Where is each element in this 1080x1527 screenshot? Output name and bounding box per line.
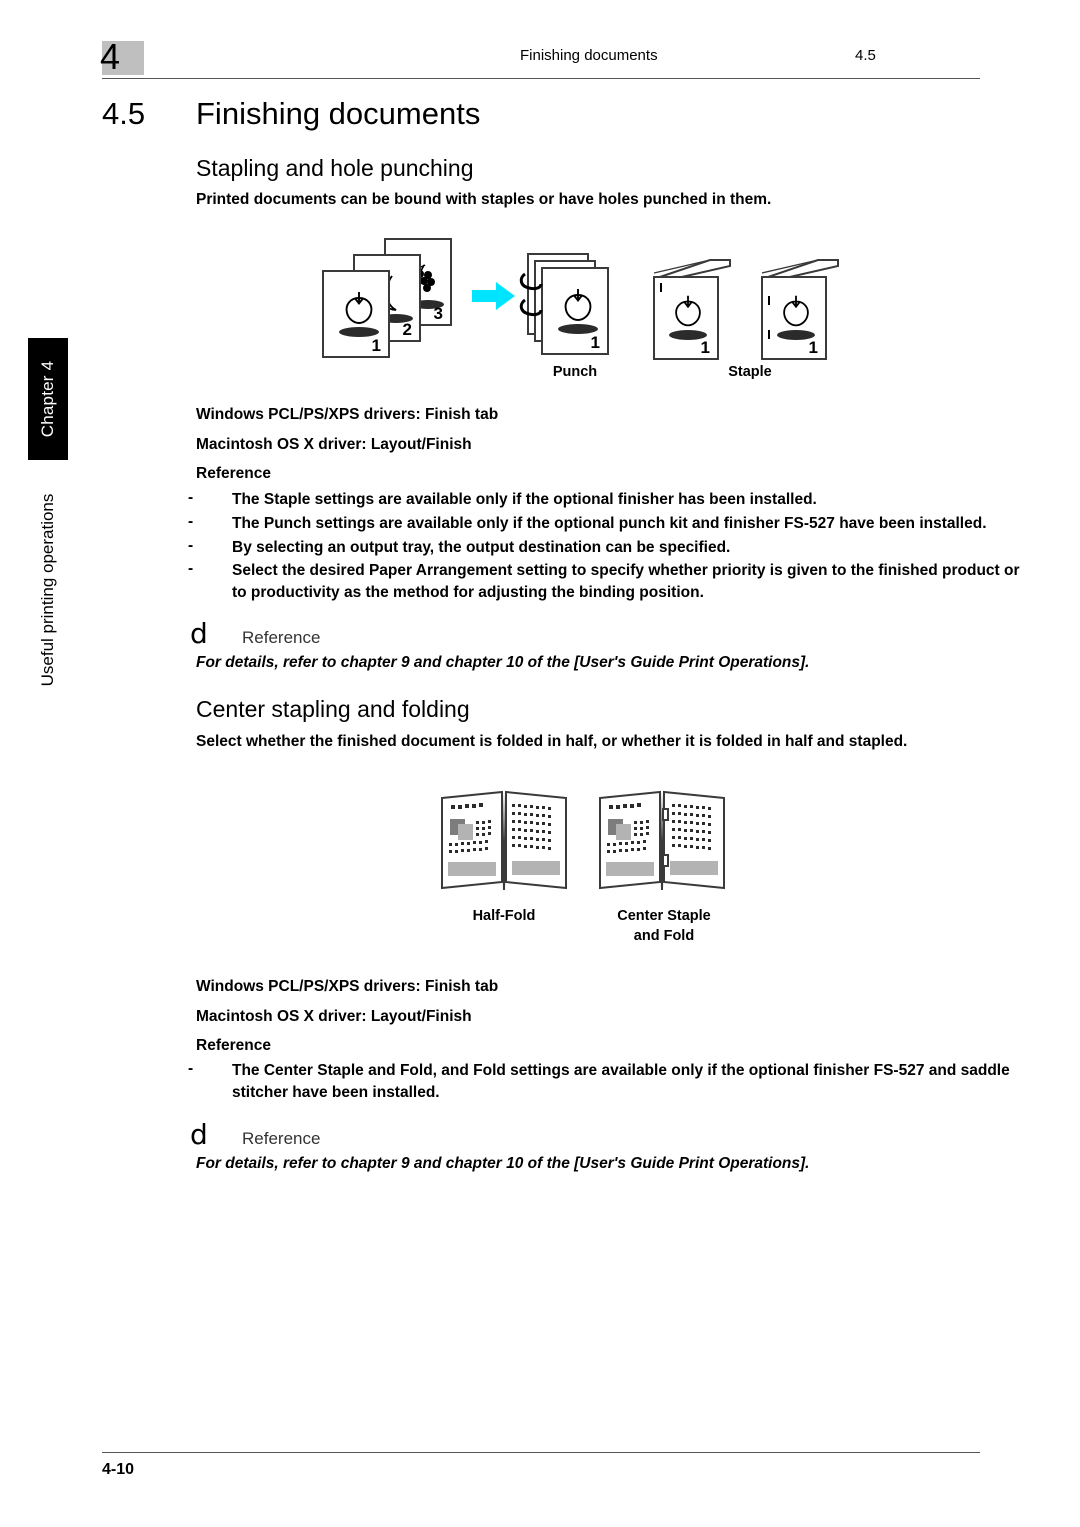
staple-sheet-a-number: 1 [700,338,710,357]
staple-mark-icon [768,296,770,305]
center-staple-fold-caption: Center Staple and Fold [580,907,748,946]
reference-block-detail: For details, refer to chapter 9 and chap… [196,654,810,671]
list-item-text: The Center Staple and Fold, and Fold set… [232,1062,1010,1101]
source-sheet-1-number: 1 [371,336,381,355]
footer-rule [102,1452,980,1453]
staple-sheet-b-number: 1 [808,338,818,357]
reference-block-detail: For details, refer to chapter 9 and chap… [196,1155,810,1172]
staple-mark-icon [662,854,669,867]
source-sheet-3-number: 3 [433,304,443,323]
header-rule [102,78,980,79]
chapter-tab: Chapter 4 [28,338,68,460]
half-fold-caption: Half-Fold [472,908,536,924]
header-chapter-number: 4 [100,36,121,77]
center-staple-fold-booklet [598,790,726,894]
center-staple-fold-caption-line2: and Fold [633,927,695,944]
list-item-text: The Punch settings are available only if… [232,515,987,532]
list-item-text: Select the desired Paper Arrangement set… [232,562,1020,601]
part-title-label: Useful printing operations [38,493,57,687]
list-item: - By selecting an output tray, the outpu… [188,537,1038,559]
arrow-right-icon [472,281,516,316]
bullet-dash: - [188,1060,194,1077]
section-number: 4.5 [102,96,146,131]
footer-page-number: 4-10 [102,1461,135,1478]
reference-block-title: Reference [242,628,321,647]
subsection-1-intro: Printed documents can be bound with stap… [196,191,772,208]
document-page: Chapter 4 Useful printing operations 4 F… [0,0,1080,1527]
page-title: Finishing documents [196,96,481,131]
staple-sheet-a: 1 [653,276,719,360]
list-item: - The Staple settings are available only… [188,489,1038,511]
staple-mark-icon [660,283,662,292]
list-item: - Select the desired Paper Arrangement s… [188,560,1038,604]
subsection-2-macintosh-driver: Macintosh OS X driver: Layout/Finish [196,1008,472,1025]
running-header-number: 4.5 [855,47,876,64]
bullet-dash: - [188,537,194,554]
subsection-1-macintosh-driver: Macintosh OS X driver: Layout/Finish [196,436,472,453]
subsection-1-windows-driver: Windows PCL/PS/XPS drivers: Finish tab [196,406,499,423]
bullet-dash: - [188,560,194,577]
chapter-tab-label: Chapter 4 [38,360,57,438]
staple-caption: Staple [728,364,772,380]
subsection-1-heading: Stapling and hole punching [196,155,474,181]
reference-block-title: Reference [242,1129,321,1148]
book-reference-icon: d [190,1118,208,1151]
bullet-dash: - [188,513,194,530]
source-sheet-1: 1 [322,270,390,358]
staple-mark-icon [768,330,770,339]
running-header-title: Finishing documents [520,47,658,64]
center-staple-fold-caption-line1: Center Staple [617,908,711,924]
list-item: - The Center Staple and Fold, and Fold s… [188,1060,1038,1104]
punch-caption: Punch [552,364,598,380]
list-item-text: By selecting an output tray, the output … [232,539,731,556]
subsection-2-reference-label: Reference [196,1037,271,1054]
part-title-vertical: Useful printing operations [30,470,66,710]
punch-sheet-number: 1 [590,333,600,352]
list-item-text: The Staple settings are available only i… [232,491,817,508]
bullet-dash: - [188,489,194,506]
book-reference-icon: d [190,617,208,650]
punch-holes-icon [517,272,553,333]
center-stapling-folding-figure: Half-Fold Center Staple and Fold [420,782,760,957]
subsection-2-intro: Select whether the finished document is … [196,733,908,750]
subsection-2-windows-driver: Windows PCL/PS/XPS drivers: Finish tab [196,978,499,995]
staple-mark-icon [662,808,669,821]
subsection-2-heading: Center stapling and folding [196,696,470,722]
list-item: - The Punch settings are available only … [188,513,1038,535]
staple-sheet-b: 1 [761,276,827,360]
subsection-1-reference-label: Reference [196,465,271,482]
stapling-punching-figure: 3 2 1 1 Punch 1 1 Staple [320,228,860,388]
source-sheet-2-number: 2 [402,320,412,339]
half-fold-booklet [440,790,568,894]
